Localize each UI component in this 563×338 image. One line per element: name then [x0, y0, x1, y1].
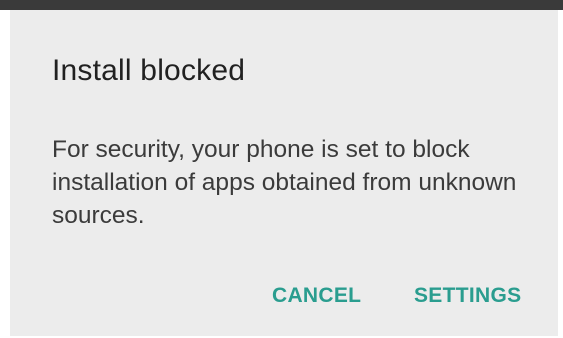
screen: Install blocked For security, your phone… [0, 0, 563, 338]
dialog-title: Install blocked [52, 54, 246, 87]
top-status-strip [0, 0, 563, 10]
dialog-message: For security, your phone is set to block… [52, 136, 517, 229]
settings-button[interactable]: SETTINGS [414, 278, 521, 314]
dialog-actions: CANCEL SETTINGS [10, 278, 558, 314]
install-blocked-dialog: Install blocked For security, your phone… [10, 10, 558, 336]
cancel-button[interactable]: CANCEL [272, 278, 361, 314]
